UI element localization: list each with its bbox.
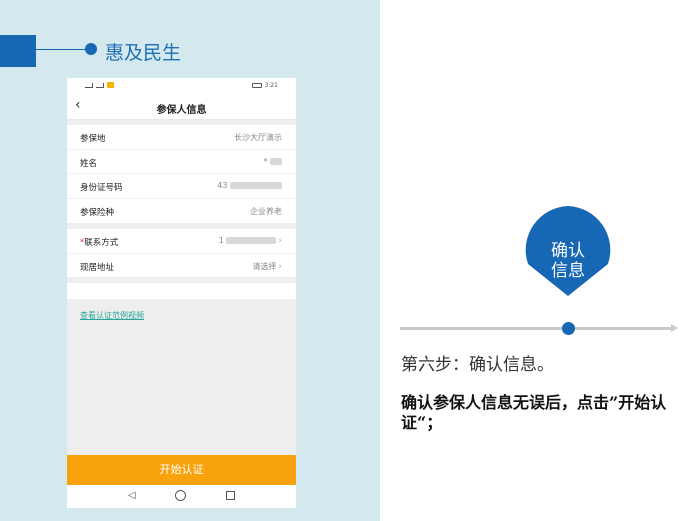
chevron-right-icon: › — [278, 261, 282, 272]
status-right: 3:21 — [251, 82, 278, 89]
row-contact[interactable]: *联系方式 1 › — [67, 229, 296, 254]
step-title: 第六步：确认信息。 — [401, 355, 554, 375]
row-value-masked: * — [263, 157, 282, 166]
status-time: 3:21 — [264, 82, 278, 89]
content-spacer — [67, 283, 296, 299]
status-left — [85, 82, 114, 88]
row-id-number: 身份证号码 43 — [67, 174, 296, 199]
notification-icon — [107, 82, 114, 88]
pin-label-line2: 信息 — [551, 261, 585, 281]
example-video-link[interactable]: 查看认证范例视频 — [80, 310, 144, 321]
system-nav-bar: ◁ — [67, 485, 296, 508]
row-insurance-type: 参保险种 企业养老 — [67, 199, 296, 224]
redaction-blur — [230, 182, 282, 189]
square-recents-icon[interactable] — [226, 491, 235, 500]
redaction-blur — [270, 157, 282, 165]
signal-icon-2 — [96, 82, 104, 88]
signal-icon — [85, 82, 93, 88]
row-label: 身份证号码 — [80, 183, 123, 193]
header-bullet-dot — [85, 43, 97, 55]
row-value: 长沙大厅演示 — [234, 133, 282, 142]
pin-label: 确认 信息 — [523, 241, 613, 281]
contact-card: *联系方式 1 › 现居地址 请选择 › — [67, 229, 296, 277]
row-label: 参保险种 — [80, 207, 115, 218]
pin-label-line1: 确认 — [551, 241, 585, 261]
row-label: 参保地 — [80, 134, 106, 144]
insured-info-card: 参保地 长沙大厅演示 姓名 * 身份证号码 43 参保险种 企业养老 — [67, 125, 296, 223]
arrow-right-icon — [671, 324, 678, 332]
header-connector-line — [36, 49, 86, 50]
masked-prefix: * — [263, 156, 268, 166]
triangle-back-icon[interactable]: ◁ — [128, 490, 136, 501]
redaction-blur — [226, 237, 277, 244]
masked-prefix: 43 — [217, 181, 228, 190]
row-name: 姓名 * — [67, 150, 296, 174]
row-value-masked: 43 — [217, 181, 282, 190]
row-label: *联系方式 — [80, 236, 118, 248]
masked-prefix: 1 — [218, 236, 224, 245]
phone-screenshot: 3:21 ‹ 参保人信息 参保地 长沙大厅演示 姓名 * 身份证号码 43 参保… — [67, 78, 296, 508]
select-placeholder: 请选择 — [252, 261, 277, 271]
row-label: 现居地址 — [80, 262, 115, 273]
battery-icon — [251, 83, 262, 88]
section-title: 惠及民生 — [105, 42, 182, 64]
page-title: 参保人信息 — [156, 105, 207, 116]
timeline-marker — [562, 322, 575, 335]
status-bar: 3:21 — [67, 78, 296, 94]
accent-block — [0, 35, 36, 67]
start-verification-button[interactable]: 开始认证 — [67, 455, 296, 485]
row-address[interactable]: 现居地址 请选择 › — [67, 254, 296, 279]
nav-bar: ‹ 参保人信息 — [67, 94, 296, 120]
row-label-text: 联系方式 — [84, 238, 119, 248]
timeline-bar — [400, 327, 673, 330]
chevron-right-icon: › — [278, 236, 282, 246]
row-value-masked[interactable]: 1 › — [219, 236, 282, 246]
row-value-select[interactable]: 请选择 › — [252, 261, 282, 272]
step-description: 确认参保人信息无误后，点击”开始认证“； — [401, 393, 667, 432]
row-value: 企业养老 — [250, 206, 282, 216]
row-label: 姓名 — [80, 158, 98, 169]
circle-home-icon[interactable] — [175, 490, 186, 501]
row-insured-location: 参保地 长沙大厅演示 — [67, 125, 296, 150]
